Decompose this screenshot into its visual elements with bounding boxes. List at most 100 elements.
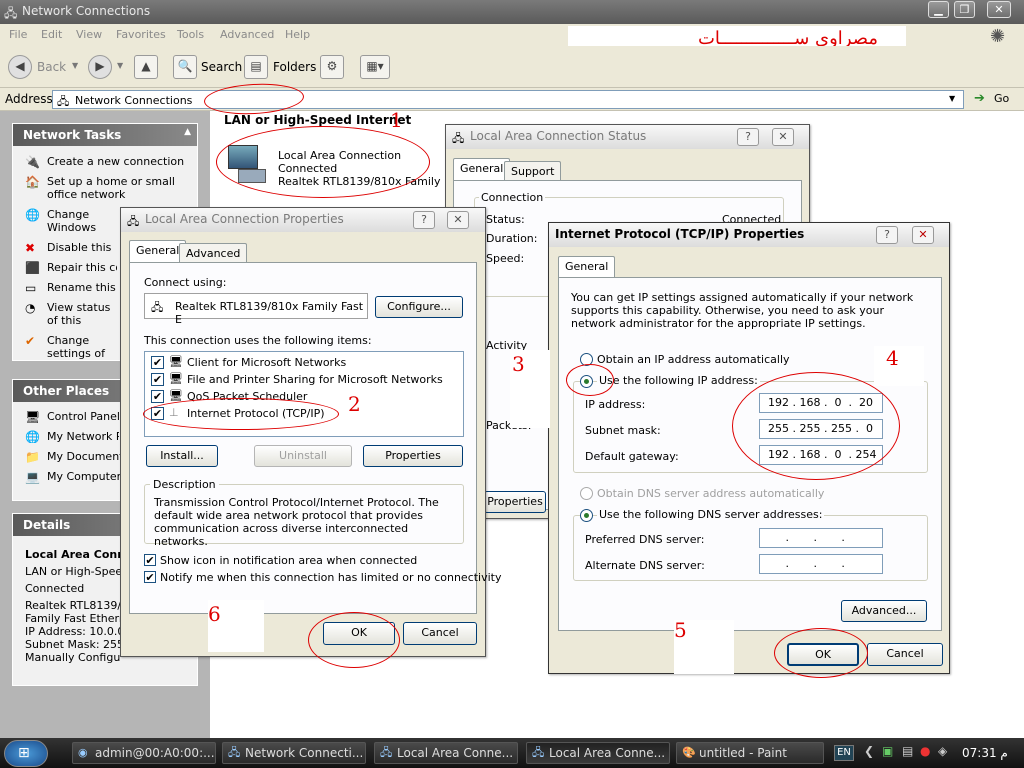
collapse-icon[interactable]: ▲ [184, 127, 191, 137]
checkbox-client[interactable]: ✔ [151, 356, 164, 369]
alternate-dns-input[interactable]: . . . [759, 554, 883, 574]
up-folder-icon[interactable]: ▲ [134, 55, 158, 79]
computer-icon: 💻 [25, 470, 40, 484]
use-ip-label[interactable]: Use the following IP address: [597, 374, 760, 387]
tcpip-help-button[interactable]: ? [876, 226, 898, 244]
properties-help-button[interactable]: ? [413, 211, 435, 229]
minimize-button[interactable]: ▁ [928, 1, 949, 18]
tray-network-icon[interactable]: ▣ [882, 744, 893, 758]
properties-cancel-button[interactable]: Cancel [403, 622, 477, 645]
install-button[interactable]: Install... [146, 445, 218, 467]
status-tab-support[interactable]: Support [504, 161, 562, 181]
checkbox-show-icon[interactable]: ✔ [144, 554, 156, 566]
connection-icon: 🖧 [380, 746, 393, 759]
network-places-icon: 🌐 [25, 430, 40, 443]
taskbar-item-paint[interactable]: 🎨 untitled - Paint [676, 742, 824, 764]
address-input[interactable]: 🖧 Network Connections ▼ [52, 90, 964, 109]
taskbar-item-local-area-2[interactable]: 🖧 Local Area Conne... [526, 742, 670, 764]
task-create-connection[interactable]: 🔌 Create a new connection [13, 155, 197, 169]
search-icon[interactable]: 🔍 [173, 55, 197, 79]
forward-arrow-icon[interactable]: ▶ [88, 55, 112, 79]
tray-monitor-icon[interactable]: ▤ [902, 744, 913, 758]
task-view-status[interactable]: ◔View status of this connection [13, 301, 123, 327]
place-network-places[interactable]: 🌐My Network Places [13, 430, 119, 443]
checkbox-notify[interactable]: ✔ [144, 571, 156, 583]
folders-icon[interactable]: ▤ [244, 55, 268, 79]
configure-button[interactable]: Configure... [375, 296, 463, 318]
properties-panel: Connect using: 🖧 Realtek RTL8139/810x Fa… [129, 262, 502, 614]
status-close-button[interactable]: ✕ [772, 128, 794, 146]
task-firewall[interactable]: 🌐Change Windows Firewall settings [13, 208, 109, 234]
tray-sound-icon[interactable]: ◈ [938, 744, 947, 758]
preferred-dns-label: Preferred DNS server: [585, 533, 705, 546]
preferred-dns-input[interactable]: . . . [759, 528, 883, 548]
taskbar-item-admin[interactable]: ◉ admin@00:A0:00:... [72, 742, 216, 764]
go-arrow-icon[interactable]: ➔ [974, 91, 985, 106]
network-tasks-header[interactable]: Network Tasks ▲ [13, 124, 197, 146]
checkbox-file-sharing[interactable]: ✔ [151, 373, 164, 386]
tray-antivirus-icon[interactable]: ● [920, 744, 930, 758]
show-icon-label[interactable]: Show icon in notification area when conn… [160, 554, 417, 567]
radio-use-dns[interactable] [580, 509, 593, 522]
menu-advanced[interactable]: Advanced [220, 28, 274, 41]
maximize-button[interactable]: ❐ [954, 1, 975, 18]
back-arrow-icon[interactable]: ◀ [8, 55, 32, 79]
properties-close-button[interactable]: ✕ [447, 211, 469, 229]
tcpip-tab-general[interactable]: General [558, 256, 616, 278]
status-tab-general[interactable]: General [453, 158, 511, 180]
task-repair[interactable]: ⬛Repair this connection [13, 261, 117, 274]
cover-patch [874, 346, 924, 386]
address-value: Network Connections [75, 94, 193, 107]
menu-edit[interactable]: Edit [41, 28, 62, 41]
address-dropdown-icon[interactable]: ▼ [949, 94, 955, 103]
menu-favorites[interactable]: Favorites [116, 28, 166, 41]
search-button[interactable]: Search [200, 55, 243, 79]
address-label: Address [5, 92, 53, 106]
forward-dropdown-icon[interactable]: ▼ [117, 61, 123, 70]
checkbox-qos[interactable]: ✔ [151, 390, 164, 403]
clock: 07:31 م [962, 746, 1008, 760]
annotation-ellipse-3 [566, 364, 614, 396]
views-icon[interactable]: ▦▾ [360, 55, 390, 79]
properties-tab-advanced[interactable]: Advanced [179, 243, 248, 263]
settings-gear-icon[interactable]: ⚙ [320, 55, 344, 79]
annotation-ellipse-4 [732, 372, 900, 480]
menu-file[interactable]: File [9, 28, 27, 41]
taskbar-item-local-area-1[interactable]: 🖧 Local Area Conne... [374, 742, 518, 764]
language-indicator[interactable]: EN [834, 745, 854, 761]
task-change-settings[interactable]: ✔Change settings of this connection [13, 334, 123, 360]
tcpip-cancel-button[interactable]: Cancel [867, 643, 943, 666]
menu-help[interactable]: Help [285, 28, 310, 41]
speed-label: Speed: [486, 252, 525, 265]
properties-tab-general[interactable]: General [129, 240, 187, 262]
menu-tools[interactable]: Tools [177, 28, 204, 41]
advanced-button[interactable]: Advanced... [841, 600, 927, 622]
back-button[interactable]: Back [36, 55, 67, 79]
go-button[interactable]: Go [994, 92, 1009, 105]
properties-button[interactable]: Properties [363, 445, 463, 467]
properties-dialog: Local Area Connection Properties 🖧 ? ✕ G… [120, 207, 502, 657]
task-rename[interactable]: ▭Rename this connection [13, 281, 119, 294]
task-disable[interactable]: ✖Disable this network device [13, 241, 113, 254]
taskbar-item-network-connections[interactable]: 🖧 Network Connecti... [222, 742, 366, 764]
use-dns-label[interactable]: Use the following DNS server addresses: [597, 508, 825, 521]
start-button[interactable]: ⊞ [4, 740, 48, 767]
tray-expand-icon[interactable]: ❮ [864, 744, 874, 758]
radio-auto-dns [580, 487, 593, 500]
close-button[interactable]: ✕ [987, 1, 1011, 18]
status-properties-button[interactable]: Properties [484, 491, 546, 513]
back-dropdown-icon[interactable]: ▼ [72, 61, 78, 70]
auto-ip-label[interactable]: Obtain an IP address automatically [597, 353, 790, 366]
annotation-6: 6 [208, 602, 221, 626]
item-file-sharing[interactable]: File and Printer Sharing for Microsoft N… [187, 373, 443, 386]
task-home-network[interactable]: 🏠 Set up a home or small office network [13, 175, 183, 201]
item-client[interactable]: Client for Microsoft Networks [187, 356, 346, 369]
notify-label[interactable]: Notify me when this connection has limit… [160, 571, 502, 584]
duration-label: Duration: [486, 232, 538, 245]
details-mask: Subnet Mask: 255.255.255.0 [25, 638, 121, 651]
menu-view[interactable]: View [76, 28, 102, 41]
network-folder-icon: 🖧 [57, 95, 70, 108]
folders-button[interactable]: Folders [272, 55, 317, 79]
tcpip-close-button[interactable]: ✕ [912, 226, 934, 244]
status-help-button[interactable]: ? [737, 128, 759, 146]
